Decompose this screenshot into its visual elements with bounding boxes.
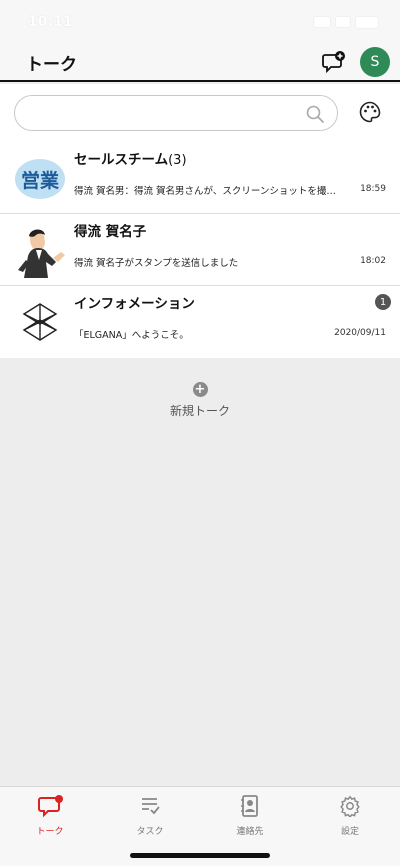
gear-icon: [338, 795, 362, 821]
eigyo-icon: 営業: [14, 152, 66, 204]
palette-icon[interactable]: [358, 100, 382, 128]
person-avatar: [14, 224, 66, 278]
avatar[interactable]: S: [360, 47, 390, 77]
unread-badge: 1: [375, 294, 391, 310]
talk-preview: 「ELGANA」へようこそ。: [74, 330, 189, 341]
search-icon[interactable]: [305, 104, 325, 128]
contacts-icon: [238, 795, 262, 821]
talk-name: 得流 賀名子: [74, 224, 147, 240]
search-input[interactable]: [15, 96, 337, 130]
talk-list: 営業 セールスチーム(3) 得流 賀名男：得流 賀名男さんが、スクリーンショット…: [0, 142, 400, 358]
status-icons: [314, 16, 378, 28]
talk-member-count: (3): [168, 153, 187, 168]
talk-time: 18:59: [360, 184, 386, 194]
elgana-logo: [14, 296, 66, 348]
new-talk-label: 新規トーク: [169, 404, 230, 418]
signal-icon: [314, 17, 330, 27]
plus-icon: +: [192, 382, 208, 397]
battery-icon: [356, 16, 378, 28]
talk-row[interactable]: 得流 賀名子 得流 賀名子がスタンプを送信しました 18:02: [0, 214, 400, 286]
tab-bar: トーク タスク 連絡先 設定: [0, 786, 400, 866]
talk-name: インフォメーション: [74, 296, 195, 312]
tab-settings[interactable]: 設定: [300, 787, 400, 866]
notification-dot: [55, 795, 63, 803]
talk-name: セールスチーム(3): [74, 152, 187, 168]
talk-preview: 得流 賀名子がスタンプを送信しました: [74, 258, 239, 269]
new-chat-icon[interactable]: [322, 50, 346, 74]
wifi-icon: [336, 17, 350, 27]
home-indicator: [130, 853, 270, 858]
status-time: 10:11: [28, 14, 73, 30]
search-area: [0, 84, 400, 142]
search-box: [14, 95, 338, 131]
talk-time: 2020/09/11: [334, 328, 386, 338]
talk-row[interactable]: インフォメーション 1 「ELGANA」へようこそ。 2020/09/11: [0, 286, 400, 358]
tab-label: タスク: [136, 827, 164, 837]
new-talk-button[interactable]: + 新規トーク: [0, 382, 400, 419]
svg-text:営業: 営業: [21, 169, 60, 192]
talk-row[interactable]: 営業 セールスチーム(3) 得流 賀名男：得流 賀名男さんが、スクリーンショット…: [0, 142, 400, 214]
tab-label: 連絡先: [236, 827, 264, 837]
status-bar: 10:11: [0, 0, 400, 44]
page-title: トーク: [26, 54, 77, 75]
task-icon: [138, 795, 162, 821]
tab-label: 設定: [340, 827, 359, 837]
tab-label: トーク: [36, 827, 64, 837]
talk-preview: 得流 賀名男：得流 賀名男さんが、スクリーンショットを撮…: [74, 186, 336, 197]
header: トーク S: [0, 44, 400, 82]
tab-talk[interactable]: トーク: [0, 787, 100, 866]
talk-time: 18:02: [360, 256, 386, 266]
